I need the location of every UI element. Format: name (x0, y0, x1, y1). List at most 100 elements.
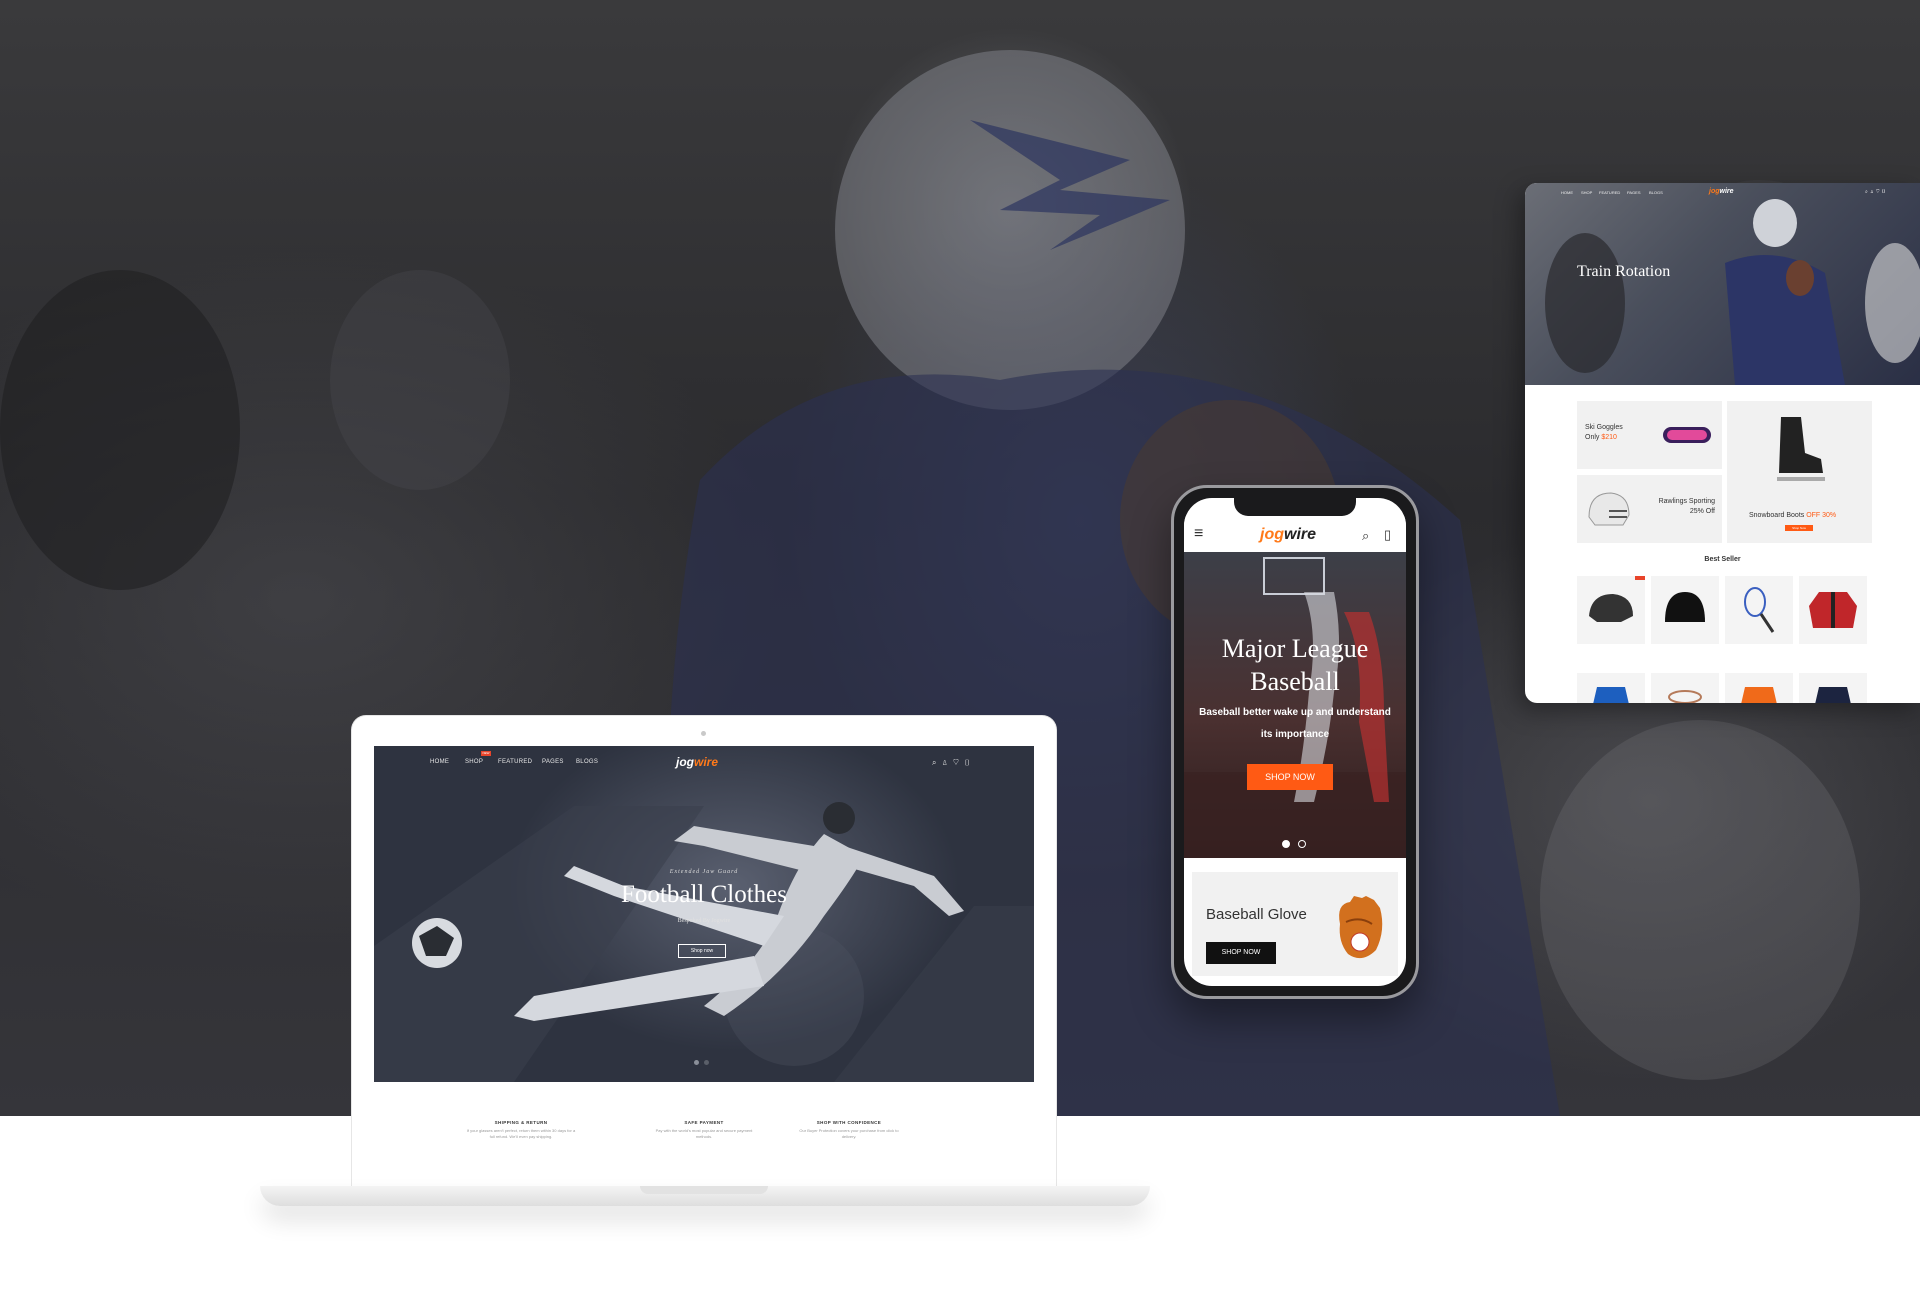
laptop-hero-slide: HOME SHOP NEW FEATURED PAGES BLOGS jogwi… (374, 746, 1034, 1082)
ice-skate-icon (1777, 417, 1825, 481)
jacket-icon (1809, 592, 1857, 628)
slider-dot[interactable] (1282, 840, 1290, 848)
accessory-icon (1668, 690, 1702, 703)
phone-hero-title: Major League Baseball (1221, 634, 1369, 696)
laptop-screen: HOME SHOP NEW FEATURED PAGES BLOGS jogwi… (374, 746, 1034, 1158)
feature-title: SHIPPING & RETURN (494, 1120, 548, 1125)
banner-price: $210 (1601, 434, 1617, 441)
navy-shirt-icon (1815, 687, 1851, 703)
banner-rawlings[interactable]: Rawlings Sporting 25% Off (1577, 475, 1722, 543)
desktop-hero-slide: HOME SHOP FEATURED PAGES BLOGS jogwire ⌕… (1525, 183, 1920, 385)
hero-subtitle: Bespoked By Jogwire (677, 918, 731, 924)
blue-jacket-icon (1593, 687, 1629, 703)
phone-logo[interactable]: jogwire (1260, 526, 1316, 544)
nav-shop[interactable]: SHOP (465, 759, 483, 765)
logo-accent: wire (694, 755, 719, 769)
heart-icon[interactable]: ♡ (953, 758, 964, 767)
feature-title: SHOP WITH CONFIDENCE (816, 1120, 882, 1125)
phone-screen: ≡ jogwire ⌕ ▯ Major League Baseball Base… (1184, 498, 1406, 986)
phone-hero-slide: Major League Baseball Baseball better wa… (1184, 552, 1406, 858)
nav-new-badge: NEW (481, 751, 491, 756)
product-card[interactable] (1725, 576, 1793, 644)
football-player-image (1545, 199, 1920, 385)
cart-icon[interactable]: ▯ (1384, 527, 1391, 543)
nav-featured[interactable]: FEATURED (1599, 190, 1620, 195)
banner-prefix: Only (1585, 434, 1602, 441)
phone-header: ≡ jogwire ⌕ ▯ (1184, 516, 1406, 552)
slider-dot[interactable] (1298, 840, 1306, 848)
hero-eyebrow: Extended Jaw Guard (669, 869, 739, 875)
product-card[interactable] (1799, 673, 1867, 703)
promo-card-button[interactable]: SHOP NOW (1206, 942, 1276, 964)
nav-blogs[interactable]: BLOGS (576, 759, 598, 765)
banner-line: Rawlings Sporting (1658, 498, 1715, 505)
nav-shop[interactable]: SHOP (1581, 190, 1592, 195)
bag-icon[interactable]: ▯ (964, 758, 975, 767)
soccer-player-image (374, 802, 1034, 1082)
desktop-hero-title: Train Rotation (1577, 263, 1671, 280)
nav-home[interactable]: HOME (430, 759, 449, 765)
banner-shop-button[interactable]: Shop Now (1785, 525, 1813, 531)
hero-title: Football Clothes (621, 881, 787, 908)
laptop-navbar: HOME SHOP NEW FEATURED PAGES BLOGS jogwi… (374, 746, 1034, 776)
desktop-header-icons: ⌕♙♡▯ (1865, 189, 1888, 195)
feature-title: SAFE PAYMENT (684, 1120, 724, 1125)
laptop-logo[interactable]: jogwire (676, 755, 718, 769)
logo-main: jog (1260, 526, 1284, 543)
desktop-logo[interactable]: jogwire (1709, 188, 1734, 195)
bike-helmet-icon (1589, 594, 1633, 622)
phone-shop-now-button[interactable]: SHOP NOW (1247, 764, 1333, 790)
user-icon[interactable]: ♙ (941, 758, 952, 767)
sale-badge (1635, 576, 1645, 580)
product-card[interactable] (1577, 576, 1645, 644)
feature-text: If your glasses aren't perfect, return t… (466, 1128, 576, 1139)
slider-dot[interactable] (694, 1060, 699, 1065)
banner-ski-goggles[interactable]: Ski Goggles Only $210 (1577, 401, 1722, 469)
best-seller-heading: Best Seller (1704, 556, 1741, 563)
swim-cap-icon (1665, 592, 1705, 622)
product-card[interactable] (1799, 576, 1867, 644)
product-card[interactable] (1651, 673, 1719, 703)
laptop-hinge-notch (640, 1186, 768, 1194)
product-card[interactable] (1577, 673, 1645, 703)
phone-notch (1234, 498, 1356, 516)
banner-text: Snowboard Boots OFF 30% (1749, 511, 1836, 521)
baseball-glove-icon (1339, 896, 1383, 959)
feature-item: SHIPPING & RETURN If your glasses aren't… (466, 1120, 576, 1140)
phone-promo-card: Baseball Glove SHOP NOW (1192, 872, 1398, 976)
feature-text: Our Buyer Protection covers your purchas… (799, 1128, 899, 1139)
laptop-features-row: SHIPPING & RETURN If your glasses aren't… (374, 1082, 1034, 1158)
orange-shirt-icon (1741, 687, 1777, 703)
showcase-canvas: HOME SHOP NEW FEATURED PAGES BLOGS jogwi… (0, 0, 1920, 1296)
hero-shop-button[interactable]: Shop now (678, 944, 726, 958)
nav-pages[interactable]: PAGES (1627, 190, 1641, 195)
banner-line: Ski Goggles (1585, 424, 1623, 431)
nav-pages[interactable]: PAGES (542, 759, 564, 765)
nav-featured[interactable]: FEATURED (498, 759, 532, 765)
helmet-icon (1588, 492, 1630, 526)
hamburger-icon[interactable]: ≡ (1194, 526, 1203, 542)
laptop-header-icons: ⌕♙♡▯ (932, 758, 975, 768)
logo-main: jog (676, 755, 694, 769)
nav-home[interactable]: HOME (1561, 190, 1573, 195)
banner-line: Only $210 (1585, 433, 1623, 443)
feature-item: SHOP WITH CONFIDENCE Our Buyer Protectio… (794, 1120, 904, 1140)
banner-snowboard-boots[interactable]: Snowboard Boots OFF 30% Shop Now (1727, 401, 1872, 543)
tennis-racket-icon (1744, 587, 1775, 633)
banner-discount: OFF 30% (1806, 512, 1837, 519)
slider-dot[interactable] (704, 1060, 709, 1065)
bag-icon[interactable]: ▯ (1882, 189, 1888, 195)
feature-text: Pay with the world's most popular and se… (655, 1128, 753, 1139)
feature-item: SAFE PAYMENT Pay with the world's most p… (649, 1120, 759, 1140)
nav-blogs[interactable]: BLOGS (1649, 190, 1663, 195)
product-card[interactable] (1651, 576, 1719, 644)
product-card[interactable] (1725, 673, 1793, 703)
promo-card-title: Baseball Glove (1206, 906, 1307, 923)
laptop-camera (701, 731, 706, 736)
phone-hero-subtitle: Baseball better wake up and understand i… (1199, 707, 1391, 740)
phone-mockup: ≡ jogwire ⌕ ▯ Major League Baseball Base… (1171, 485, 1419, 999)
desktop-preview: HOME SHOP FEATURED PAGES BLOGS jogwire ⌕… (1525, 183, 1920, 703)
banner-line: Snowboard Boots (1749, 512, 1807, 519)
logo-main: jog (1709, 188, 1720, 195)
search-icon[interactable]: ⌕ (1362, 528, 1369, 544)
